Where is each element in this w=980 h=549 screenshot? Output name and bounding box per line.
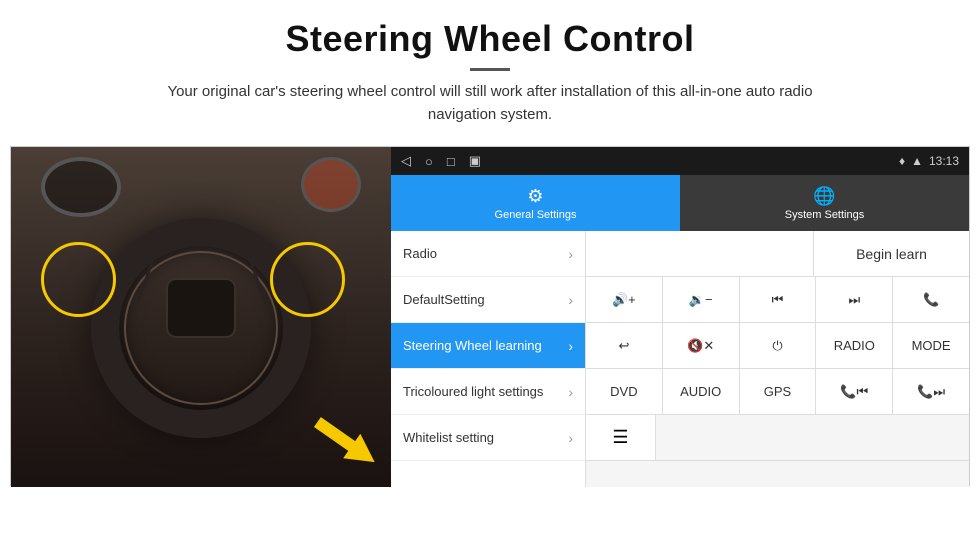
tab-system-settings[interactable]: 🌐 System Settings bbox=[680, 175, 969, 231]
gps-label: GPS bbox=[764, 384, 791, 399]
content-section: ◁ ○ □ ▣ ♦ ▲ 13:13 ⚙ General Settings bbox=[10, 146, 970, 486]
system-settings-icon: 🌐 bbox=[813, 186, 835, 207]
menu-item-radio[interactable]: Radio › bbox=[391, 231, 585, 277]
top-row: Begin learn bbox=[586, 231, 969, 277]
audio-button[interactable]: AUDIO bbox=[663, 369, 740, 414]
chevron-icon: › bbox=[568, 430, 573, 446]
gps-button[interactable]: GPS bbox=[740, 369, 817, 414]
menu-item-default-setting[interactable]: DefaultSetting › bbox=[391, 277, 585, 323]
menu-item-whitelist[interactable]: Whitelist setting › bbox=[391, 415, 585, 461]
status-bar: ◁ ○ □ ▣ ♦ ▲ 13:13 bbox=[391, 147, 969, 175]
return-icon: ↩ bbox=[618, 338, 629, 354]
call-button[interactable]: 📞 bbox=[893, 277, 969, 322]
power-button[interactable]: ⏻ bbox=[740, 323, 817, 368]
vol-down-button[interactable]: 🔉− bbox=[663, 277, 740, 322]
status-right: ♦ ▲ 13:13 bbox=[899, 154, 959, 168]
prev-icon: ⏮ bbox=[772, 292, 784, 308]
vol-down-icon: 🔉− bbox=[689, 292, 713, 308]
screenshot-icon: ▣ bbox=[469, 153, 481, 169]
chevron-icon: › bbox=[568, 246, 573, 262]
last-row: ☰ bbox=[586, 415, 969, 461]
chevron-icon: › bbox=[568, 384, 573, 400]
menu-item-tricoloured[interactable]: Tricoloured light settings › bbox=[391, 369, 585, 415]
tab-bar: ⚙ General Settings 🌐 System Settings bbox=[391, 175, 969, 231]
android-ui: ◁ ○ □ ▣ ♦ ▲ 13:13 ⚙ General Settings bbox=[391, 147, 969, 487]
button-row-1: 🔊+ 🔉− ⏮ ⏭ 📞 bbox=[586, 277, 969, 323]
list-icon: ☰ bbox=[612, 427, 628, 448]
subtitle-text: Your original car's steering wheel contr… bbox=[140, 81, 840, 126]
page-title: Steering Wheel Control bbox=[40, 18, 940, 60]
power-icon: ⏻ bbox=[772, 338, 782, 354]
tel-next-icon: 📞⏭ bbox=[917, 384, 945, 400]
button-row-2: ↩ 🔇✕ ⏻ RADIO MODE bbox=[586, 323, 969, 369]
tel-next-button[interactable]: 📞⏭ bbox=[893, 369, 969, 414]
next-icon: ⏭ bbox=[848, 292, 860, 308]
chevron-icon: › bbox=[568, 338, 573, 354]
prev-button[interactable]: ⏮ bbox=[740, 277, 817, 322]
left-menu: Radio › DefaultSetting › Steering Wheel … bbox=[391, 231, 586, 487]
location-icon: ♦ bbox=[899, 154, 905, 168]
header-section: Steering Wheel Control Your original car… bbox=[0, 0, 980, 136]
system-settings-label: System Settings bbox=[785, 209, 864, 221]
main-content: Radio › DefaultSetting › Steering Wheel … bbox=[391, 231, 969, 487]
begin-learn-button[interactable]: Begin learn bbox=[814, 231, 969, 276]
chevron-icon: › bbox=[568, 292, 573, 308]
title-divider bbox=[470, 68, 510, 71]
wifi-icon: ▲ bbox=[911, 154, 923, 168]
menu-item-steering-wheel[interactable]: Steering Wheel learning › bbox=[391, 323, 585, 369]
list-icon-button[interactable]: ☰ bbox=[586, 415, 656, 460]
empty-input-box bbox=[586, 231, 814, 276]
vol-up-button[interactable]: 🔊+ bbox=[586, 277, 663, 322]
recents-icon: □ bbox=[447, 154, 455, 169]
steering-wheel-image bbox=[11, 147, 391, 487]
mode-label: MODE bbox=[912, 338, 951, 353]
call-icon: 📞 bbox=[923, 292, 939, 308]
dvd-button[interactable]: DVD bbox=[586, 369, 663, 414]
dvd-label: DVD bbox=[610, 384, 637, 399]
button-row-3: DVD AUDIO GPS 📞⏮ 📞⏭ bbox=[586, 369, 969, 415]
radio-button[interactable]: RADIO bbox=[816, 323, 893, 368]
tel-prev-icon: 📞⏮ bbox=[840, 384, 868, 400]
vol-up-icon: 🔊+ bbox=[612, 292, 636, 308]
general-settings-icon: ⚙ bbox=[527, 186, 543, 207]
return-button[interactable]: ↩ bbox=[586, 323, 663, 368]
back-icon: ◁ bbox=[401, 153, 411, 169]
status-icons: ◁ ○ □ ▣ bbox=[401, 153, 481, 169]
home-icon: ○ bbox=[425, 154, 433, 169]
audio-label: AUDIO bbox=[680, 384, 721, 399]
time-display: 13:13 bbox=[929, 154, 959, 168]
mute-icon: 🔇✕ bbox=[687, 338, 714, 354]
tel-prev-button[interactable]: 📞⏮ bbox=[816, 369, 893, 414]
mode-button[interactable]: MODE bbox=[893, 323, 969, 368]
tab-general-settings[interactable]: ⚙ General Settings bbox=[391, 175, 680, 231]
right-panel: Begin learn 🔊+ 🔉− ⏮ bbox=[586, 231, 969, 487]
next-button[interactable]: ⏭ bbox=[816, 277, 893, 322]
radio-label: RADIO bbox=[834, 338, 875, 353]
mute-button[interactable]: 🔇✕ bbox=[663, 323, 740, 368]
general-settings-label: General Settings bbox=[495, 209, 577, 221]
sw-hub bbox=[166, 278, 236, 338]
